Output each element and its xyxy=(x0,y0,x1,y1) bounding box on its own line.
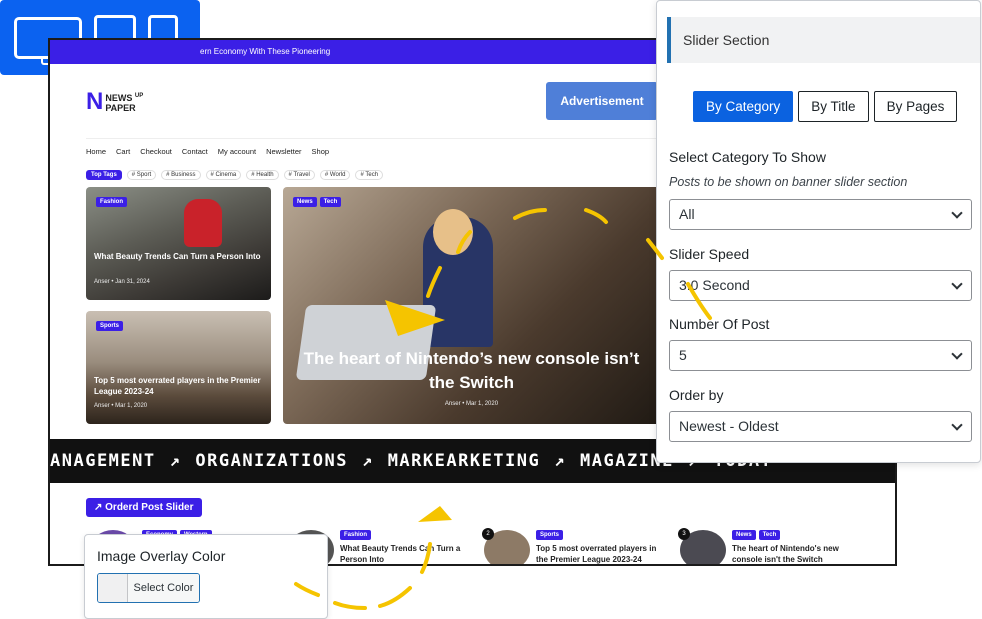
featured-post-title[interactable]: The heart of Nintendo’s new console isn’… xyxy=(303,347,640,395)
post-title[interactable]: Top 5 most overrated players in the Prem… xyxy=(536,543,664,564)
site-logo[interactable]: N NEWS UP PAPER xyxy=(86,88,143,116)
post-title[interactable]: What Beauty Trends Can Turn a Person Int… xyxy=(340,543,468,564)
advertisement-banner[interactable]: Advertisement xyxy=(546,82,658,120)
slider-mode-group: By Category By Title By Pages xyxy=(693,91,958,122)
post-meta: Anser • Jan 31, 2024 xyxy=(94,279,150,285)
post-meta: Anser • Mar 1, 2020 xyxy=(444,401,499,407)
select-color-button[interactable]: Select Color xyxy=(97,573,200,603)
category-description: Posts to be shown on banner slider secti… xyxy=(669,175,908,189)
nav-item-cart[interactable]: Cart xyxy=(116,147,130,156)
category-badge[interactable]: Sports xyxy=(536,530,564,540)
tag[interactable]: # Cinema xyxy=(205,170,242,180)
tag[interactable]: # Sport xyxy=(126,170,157,180)
arrow-icon: ↗ xyxy=(554,451,566,471)
nav-item-contact[interactable]: Contact xyxy=(182,147,208,156)
number-of-post-label: Number Of Post xyxy=(669,316,770,332)
logo-line1: NEWS xyxy=(105,93,133,103)
post-thumbnail: 3 xyxy=(678,528,726,564)
select-color-label: Select Color xyxy=(128,574,199,602)
nav-item-newsletter[interactable]: Newsletter xyxy=(266,147,301,156)
category-badge[interactable]: Tech xyxy=(758,530,781,540)
chevron-down-icon xyxy=(951,207,963,219)
chevron-down-icon xyxy=(951,419,963,431)
post-meta: Anser • Mar 1, 2020 xyxy=(94,403,148,409)
post-title[interactable]: Top 5 most overrated players in the Prem… xyxy=(94,375,263,397)
tag[interactable]: # World xyxy=(319,170,351,180)
panel-title: Slider Section xyxy=(667,17,980,63)
post-title[interactable]: What Beauty Trends Can Turn a Person Int… xyxy=(94,251,263,262)
top-tags-label: Top Tags xyxy=(86,170,122,180)
logo-sup: UP xyxy=(134,93,144,99)
tag[interactable]: # Tech xyxy=(355,170,384,180)
ordered-post-item[interactable]: 3 News Tech The heart of Nintendo's new … xyxy=(678,528,860,564)
category-badge[interactable]: Fashion xyxy=(340,530,372,540)
post-card[interactable]: Sports Top 5 most overrated players in t… xyxy=(86,311,271,424)
slider-speed-select[interactable]: 3.0 Second xyxy=(669,270,972,301)
tag[interactable]: # Travel xyxy=(283,170,315,180)
ordered-post-item[interactable]: 2 Sports Top 5 most overrated players in… xyxy=(482,528,664,564)
arrow-icon: ↗ xyxy=(361,451,374,471)
ordered-post-slider-label: ↗ Orderd Post Slider xyxy=(86,498,202,517)
post-title[interactable]: The heart of Nintendo's new console isn'… xyxy=(732,543,860,564)
slider-speed-label: Slider Speed xyxy=(669,246,750,262)
chevron-down-icon xyxy=(951,348,963,360)
nav-item-home[interactable]: Home xyxy=(86,147,106,156)
by-pages-button[interactable]: By Pages xyxy=(873,91,958,122)
post-card[interactable]: Fashion What Beauty Trends Can Turn a Pe… xyxy=(86,187,271,300)
category-badge[interactable]: Fashion xyxy=(96,197,128,207)
stage: ern Economy With These Pioneering N NEWS… xyxy=(0,0,982,619)
arrow-icon: ↗ xyxy=(169,451,182,471)
category-label: Select Category To Show xyxy=(669,149,826,165)
category-badge[interactable]: Sports xyxy=(96,321,124,331)
post-number: 2 xyxy=(482,528,494,540)
logo-mark: N xyxy=(86,88,103,115)
category-select[interactable]: All xyxy=(669,199,972,230)
nav-item-shop[interactable]: Shop xyxy=(312,147,330,156)
category-badge[interactable]: News xyxy=(732,530,756,540)
tag[interactable]: # Health xyxy=(246,170,279,180)
logo-line2: PAPER xyxy=(105,103,136,113)
order-by-select[interactable]: Newest - Oldest xyxy=(669,411,972,442)
doodle-stroke xyxy=(333,601,367,610)
post-number: 3 xyxy=(678,528,690,540)
tag[interactable]: # Business xyxy=(161,170,201,180)
post-thumbnail: 2 xyxy=(482,528,530,564)
nav-item-checkout[interactable]: Checkout xyxy=(140,147,172,156)
chevron-down-icon xyxy=(951,278,963,290)
doodle-stroke xyxy=(378,586,412,608)
top-tags: Top Tags # Sport # Business # Cinema # H… xyxy=(86,170,384,180)
image-overlay-color-box: Image Overlay Color Select Color xyxy=(84,534,328,619)
category-badge[interactable]: Tech xyxy=(319,197,342,207)
number-of-post-select[interactable]: 5 xyxy=(669,340,972,371)
color-swatch xyxy=(98,574,128,602)
by-category-button[interactable]: By Category xyxy=(693,91,794,122)
by-title-button[interactable]: By Title xyxy=(798,91,869,122)
post-image xyxy=(184,199,222,247)
overlay-color-label: Image Overlay Color xyxy=(97,548,226,564)
featured-post-card[interactable]: News Tech The heart of Nintendo’s new co… xyxy=(283,187,660,424)
nav-item-my-account[interactable]: My account xyxy=(218,147,256,156)
slider-settings-panel: Slider Section By Category By Title By P… xyxy=(656,0,981,463)
category-badge[interactable]: News xyxy=(293,197,317,207)
order-by-label: Order by xyxy=(669,387,724,403)
